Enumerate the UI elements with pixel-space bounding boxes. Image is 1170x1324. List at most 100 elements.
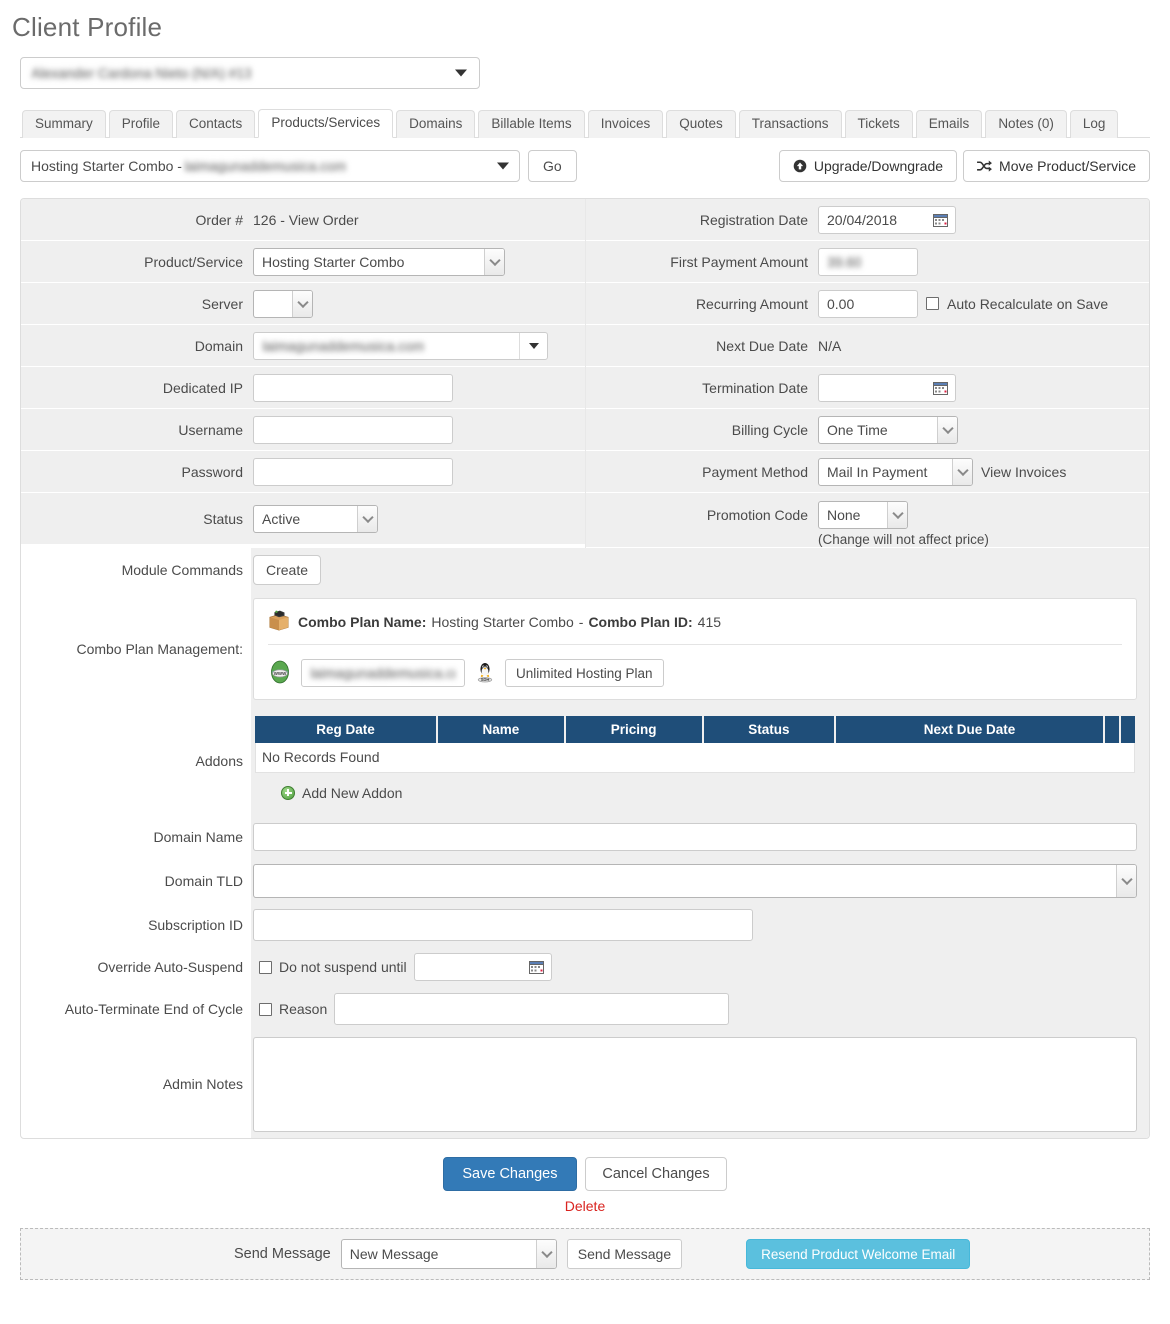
first-payment-amount-input[interactable]: 39.60 xyxy=(818,247,918,276)
auto-recalculate-label: Auto Recalculate on Save xyxy=(947,295,1109,312)
domain-label: Domain xyxy=(194,337,243,354)
chevron-down-icon[interactable] xyxy=(519,332,547,359)
combo-plan-pill[interactable]: Unlimited Hosting Plan xyxy=(505,659,664,687)
domain-dropdown[interactable]: laimagunaddemusica.com xyxy=(253,331,548,360)
tab-label: Summary xyxy=(35,116,93,131)
termination-date-input[interactable] xyxy=(818,373,956,402)
tab-billable-items[interactable]: Billable Items xyxy=(478,110,585,138)
registration-date-label: Registration Date xyxy=(699,211,808,228)
row-billing-cycle: Billing Cycle One Time xyxy=(586,409,1149,451)
addons-table: Reg Date Name Pricing Status Next Due Da… xyxy=(253,715,1137,773)
auto-recalculate-checkbox[interactable] xyxy=(926,297,939,310)
addons-col-name: Name xyxy=(438,715,564,743)
add-new-addon-button[interactable]: Add New Addon xyxy=(253,773,1137,807)
admin-notes-label: Admin Notes xyxy=(162,1076,243,1092)
send-message-section: Send Message New Message Send Message Re… xyxy=(20,1228,1150,1280)
calendar-icon[interactable] xyxy=(933,213,948,227)
tab-quotes[interactable]: Quotes xyxy=(666,110,736,138)
client-selector[interactable]: Alexander Cardona Nieto (N/A) #13 xyxy=(20,57,480,89)
product-service-select[interactable]: Hosting Starter Combo xyxy=(253,247,505,276)
auto-terminate-reason-input[interactable] xyxy=(334,993,730,1025)
resend-product-welcome-email-button[interactable]: Resend Product Welcome Email xyxy=(746,1239,971,1269)
calendar-icon[interactable] xyxy=(933,381,948,395)
send-message-select-value: New Message xyxy=(349,1246,439,1262)
admin-notes-textarea[interactable] xyxy=(253,1036,1137,1132)
chevron-down-icon xyxy=(489,254,501,266)
row-auto-terminate: Auto-Terminate End of Cycle Reason xyxy=(21,988,1149,1030)
client-profile-page: Client Profile Alexander Cardona Nieto (… xyxy=(0,12,1170,1324)
view-invoices-link[interactable]: View Invoices xyxy=(981,464,1066,480)
tab-label: Emails xyxy=(928,116,970,131)
client-selector-value: Alexander Cardona Nieto (N/A) #13 xyxy=(31,65,253,81)
details-columns: Order # 126 - View Order Product/Service… xyxy=(21,199,1149,548)
row-domain-tld: Domain TLD xyxy=(21,858,1149,904)
status-select[interactable]: Active xyxy=(253,504,378,533)
row-first-payment-amount: First Payment Amount 39.60 xyxy=(586,241,1149,283)
tab-summary[interactable]: Summary xyxy=(22,110,106,138)
registration-date-input[interactable]: 20/04/2018 xyxy=(818,205,956,234)
override-auto-suspend-date-input[interactable] xyxy=(413,953,552,981)
override-auto-suspend-label: Override Auto-Suspend xyxy=(97,959,243,975)
svg-text:WWW: WWW xyxy=(274,671,287,676)
delete-link[interactable]: Delete xyxy=(0,1198,1170,1214)
username-input[interactable] xyxy=(253,415,453,444)
auto-terminate-checkbox[interactable] xyxy=(259,1002,272,1016)
row-combo-plan-management: Combo Plan Management: Combo Plan Name: … xyxy=(21,592,1149,706)
tab-emails[interactable]: Emails xyxy=(915,110,983,138)
tab-domains[interactable]: Domains xyxy=(396,110,476,138)
tab-invoices[interactable]: Invoices xyxy=(587,110,664,138)
cancel-changes-button[interactable]: Cancel Changes xyxy=(585,1157,727,1191)
product-service-label: Product/Service xyxy=(144,253,243,270)
billing-cycle-select[interactable]: One Time xyxy=(818,415,958,444)
calendar-icon[interactable] xyxy=(528,960,544,974)
addons-col-edit xyxy=(1104,715,1119,743)
tab-products-services[interactable]: Products/Services xyxy=(258,109,394,138)
move-product-service-button[interactable]: Move Product/Service xyxy=(963,150,1150,182)
tab-label: Transactions xyxy=(751,116,829,131)
save-changes-button[interactable]: Save Changes xyxy=(443,1157,577,1191)
upgrade-downgrade-label: Upgrade/Downgrade xyxy=(813,158,944,174)
subscription-id-input[interactable] xyxy=(253,909,753,941)
tab-profile[interactable]: Profile xyxy=(108,110,174,138)
domain-name-label: Domain Name xyxy=(153,829,243,845)
product-selector[interactable]: Hosting Starter Combo - laimagunaddemusi… xyxy=(20,150,520,182)
addons-label: Addons xyxy=(195,753,243,769)
override-auto-suspend-checkbox-label: Do not suspend until xyxy=(279,959,407,975)
domain-name-input[interactable] xyxy=(253,823,1137,851)
tab-notes[interactable]: Notes (0) xyxy=(985,110,1067,138)
form-actions: Save Changes Cancel Changes Delete xyxy=(0,1157,1170,1214)
tab-log[interactable]: Log xyxy=(1069,110,1119,138)
billing-cycle-value: One Time xyxy=(827,421,888,438)
row-product-service: Product/Service Hosting Starter Combo xyxy=(21,241,585,283)
status-label: Status xyxy=(203,510,243,527)
password-input[interactable] xyxy=(253,457,453,486)
send-message-select[interactable]: New Message xyxy=(340,1239,557,1269)
row-registration-date: Registration Date 20/04/2018 xyxy=(586,199,1149,241)
tab-tickets[interactable]: Tickets xyxy=(844,110,913,138)
create-button[interactable]: Create xyxy=(253,555,322,585)
tab-label: Invoices xyxy=(600,116,651,131)
payment-method-select[interactable]: Mail In Payment xyxy=(818,457,973,486)
domain-tld-select[interactable] xyxy=(253,864,1137,898)
row-recurring-amount: Recurring Amount Auto Recalculate on Sav… xyxy=(586,283,1149,325)
row-domain-name: Domain Name xyxy=(21,816,1149,858)
chevron-down-icon xyxy=(497,162,509,170)
combo-plan-name-label-text: Combo Plan Name: xyxy=(298,613,427,630)
product-selector-prefix: Hosting Starter Combo - xyxy=(31,158,182,174)
addons-col-delete xyxy=(1120,715,1135,743)
combo-plan-id-label-text: Combo Plan ID: xyxy=(588,613,693,630)
upgrade-downgrade-button[interactable]: Upgrade/Downgrade xyxy=(778,150,958,182)
go-button[interactable]: Go xyxy=(528,150,577,182)
dedicated-ip-input[interactable] xyxy=(253,373,453,402)
recurring-amount-input[interactable] xyxy=(818,289,918,318)
promotion-code-select[interactable]: None xyxy=(818,501,908,529)
override-auto-suspend-checkbox[interactable] xyxy=(259,960,272,974)
tab-contacts[interactable]: Contacts xyxy=(176,110,256,138)
tab-transactions[interactable]: Transactions xyxy=(738,110,842,138)
combo-plan-domain-field[interactable]: laimagunaddemusica.com xyxy=(301,659,465,687)
send-message-button[interactable]: Send Message xyxy=(566,1239,683,1269)
order-value[interactable]: 126 - View Order xyxy=(253,212,359,228)
row-admin-notes: Admin Notes xyxy=(21,1030,1149,1138)
order-label: Order # xyxy=(195,211,243,228)
server-select[interactable] xyxy=(253,289,313,318)
